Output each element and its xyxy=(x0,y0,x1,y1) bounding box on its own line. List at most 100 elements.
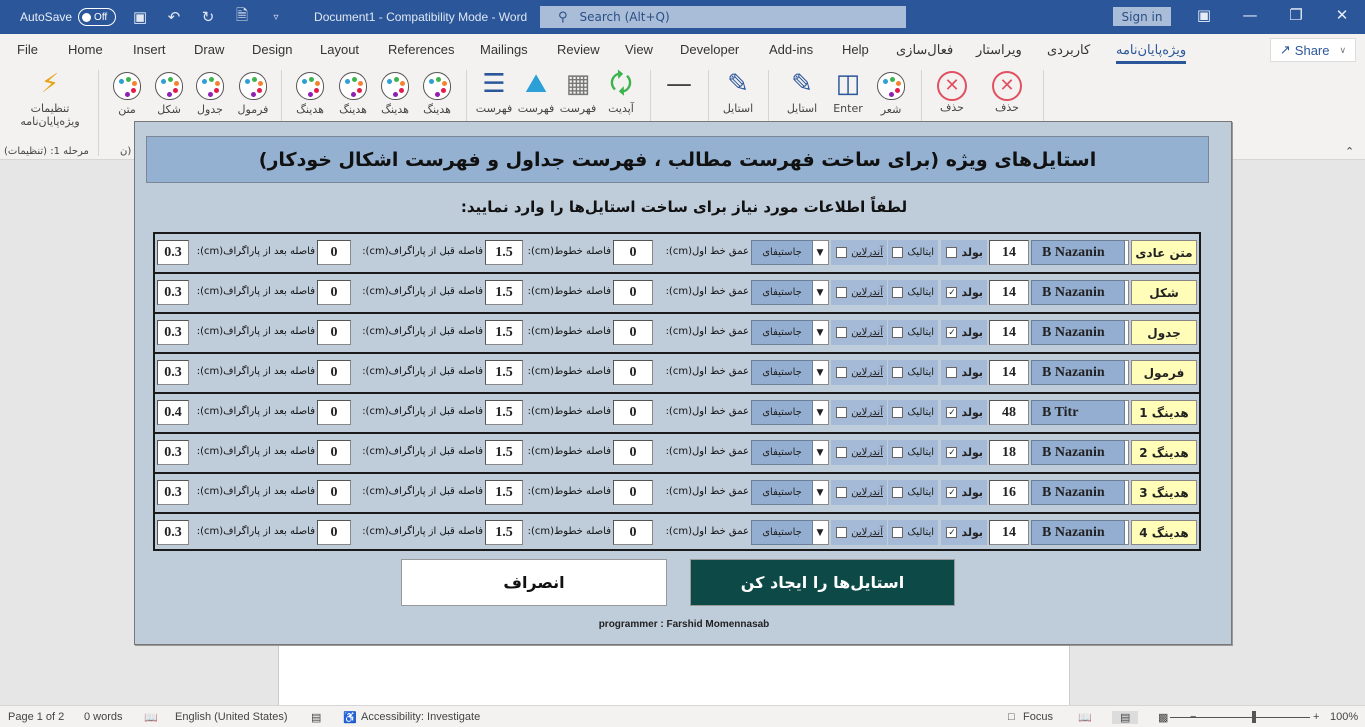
save-icon[interactable]: ▣ xyxy=(130,8,150,26)
style-table-button[interactable]: جدول xyxy=(193,68,227,116)
read-mode-icon[interactable]: 📖 xyxy=(1078,711,1092,724)
bold-option[interactable]: بولد ✓ xyxy=(941,280,987,305)
bold-checkbox[interactable]: ✓ xyxy=(946,287,958,298)
italic-option[interactable]: ایتالیک xyxy=(888,280,938,305)
line-spacing-input[interactable]: 1.5 xyxy=(485,520,523,545)
space-before-input[interactable]: 0 xyxy=(317,320,351,345)
alignment-select[interactable]: جاستیفای xyxy=(751,240,813,265)
style-edit-button[interactable]: ✎ استایل xyxy=(716,68,760,115)
tab-add-ins[interactable]: Add-ins xyxy=(769,42,813,57)
font-select[interactable]: B Nazanin xyxy=(1031,520,1125,545)
bold-checkbox[interactable]: ✓ xyxy=(946,527,958,538)
bold-checkbox[interactable] xyxy=(946,367,958,378)
indent-input[interactable]: 0 xyxy=(613,360,653,385)
restore-icon[interactable]: ❐ xyxy=(1284,6,1308,24)
tab-home[interactable]: Home xyxy=(68,42,103,57)
customize-qat-icon[interactable]: ▿ xyxy=(266,12,286,23)
space-after-input[interactable]: 0.3 xyxy=(157,280,189,305)
font-select[interactable]: B Nazanin xyxy=(1031,320,1125,345)
line-button[interactable]: — xyxy=(660,68,698,102)
underline-checkbox[interactable] xyxy=(836,367,848,378)
share-button[interactable]: ↗ Share ∨ xyxy=(1270,38,1356,62)
space-after-input[interactable]: 0.3 xyxy=(157,240,189,265)
font-size-input[interactable]: 16 xyxy=(989,480,1029,505)
underline-checkbox[interactable] xyxy=(836,487,848,498)
style-edit-2-button[interactable]: ✎ استایل xyxy=(780,68,824,115)
bold-option[interactable]: بولد xyxy=(941,360,987,385)
alignment-select[interactable]: جاستیفای xyxy=(751,360,813,385)
italic-option[interactable]: ایتالیک xyxy=(888,400,938,425)
align-dropdown-arrow[interactable]: ▼ xyxy=(811,520,829,545)
underline-option[interactable]: آندرلاین xyxy=(831,440,887,465)
delete-button-2[interactable]: ✕ حذف xyxy=(985,68,1029,114)
line-spacing-input[interactable]: 1.5 xyxy=(485,240,523,265)
alignment-select[interactable]: جاستیفای xyxy=(751,480,813,505)
space-after-input[interactable]: 0.3 xyxy=(157,360,189,385)
heading-1-button[interactable]: هدینگ xyxy=(417,68,457,116)
font-size-input[interactable]: 14 xyxy=(989,520,1029,545)
heading-4-button[interactable]: هدینگ xyxy=(290,68,330,116)
font-size-input[interactable]: 14 xyxy=(989,320,1029,345)
italic-option[interactable]: ایتالیک xyxy=(888,320,938,345)
zoom-slider-thumb[interactable] xyxy=(1252,711,1256,723)
space-after-input[interactable]: 0.3 xyxy=(157,520,189,545)
font-size-input[interactable]: 18 xyxy=(989,440,1029,465)
underline-option[interactable]: آندرلاین xyxy=(831,240,887,265)
font-select[interactable]: B Nazanin xyxy=(1031,440,1125,465)
delete-button-1[interactable]: ✕ حذف xyxy=(930,68,974,114)
bold-checkbox[interactable]: ✓ xyxy=(946,407,958,418)
italic-option[interactable]: ایتالیک xyxy=(888,480,938,505)
italic-option[interactable]: ایتالیک xyxy=(888,440,938,465)
tables-list-button[interactable]: ▦ فهرست xyxy=(557,68,599,115)
bold-checkbox[interactable]: ✓ xyxy=(946,487,958,498)
space-before-input[interactable]: 0 xyxy=(317,480,351,505)
italic-checkbox[interactable] xyxy=(892,327,904,338)
align-dropdown-arrow[interactable]: ▼ xyxy=(811,240,829,265)
line-spacing-input[interactable]: 1.5 xyxy=(485,480,523,505)
indent-input[interactable]: 0 xyxy=(613,480,653,505)
indent-input[interactable]: 0 xyxy=(613,280,653,305)
font-size-input[interactable]: 14 xyxy=(989,360,1029,385)
create-styles-button[interactable]: استایل‌ها را ایجاد کن xyxy=(690,559,955,606)
page-count[interactable]: Page 1 of 2 xyxy=(8,711,64,723)
font-select[interactable]: B Nazanin xyxy=(1031,280,1125,305)
alignment-select[interactable]: جاستیفای xyxy=(751,520,813,545)
ribbon-display-options-icon[interactable]: ▣ xyxy=(1192,6,1216,24)
style-text-button[interactable]: متن xyxy=(110,68,144,116)
line-spacing-input[interactable]: 1.5 xyxy=(485,320,523,345)
indent-input[interactable]: 0 xyxy=(613,320,653,345)
underline-checkbox[interactable] xyxy=(836,407,848,418)
line-spacing-input[interactable]: 1.5 xyxy=(485,360,523,385)
tab-file[interactable]: File xyxy=(17,42,38,57)
thesis-settings-button[interactable]: ⚡ تنظیمات ویژه‌پایان‌نامه xyxy=(10,68,90,128)
bold-checkbox[interactable]: ✓ xyxy=(946,327,958,338)
track-changes-icon[interactable]: ▤ xyxy=(311,711,321,724)
font-select[interactable]: B Nazanin xyxy=(1031,240,1125,265)
align-dropdown-arrow[interactable]: ▼ xyxy=(811,320,829,345)
minimize-icon[interactable]: — xyxy=(1238,6,1262,24)
font-size-input[interactable]: 14 xyxy=(989,280,1029,305)
underline-checkbox[interactable] xyxy=(836,327,848,338)
proofing-icon[interactable]: 📖 xyxy=(144,711,158,724)
italic-checkbox[interactable] xyxy=(892,287,904,298)
underline-option[interactable]: آندرلاین xyxy=(831,400,887,425)
search-box[interactable]: ⚲ Search (Alt+Q) xyxy=(540,6,906,28)
autosave-toggle[interactable]: Off xyxy=(78,8,117,26)
tab-insert[interactable]: Insert xyxy=(133,42,166,57)
space-before-input[interactable]: 0 xyxy=(317,280,351,305)
tab-editor[interactable]: ویراستار xyxy=(976,42,1022,58)
tab-layout[interactable]: Layout xyxy=(320,42,359,57)
toc-button[interactable]: ☰ فهرست xyxy=(473,68,515,115)
style-formula-button[interactable]: فرمول xyxy=(234,68,272,116)
underline-option[interactable]: آندرلاین xyxy=(831,320,887,345)
italic-checkbox[interactable] xyxy=(892,447,904,458)
tab-mailings[interactable]: Mailings xyxy=(480,42,528,57)
collapse-ribbon-icon[interactable]: ⌃ xyxy=(1345,145,1354,158)
font-select[interactable]: B Nazanin xyxy=(1031,480,1125,505)
line-spacing-input[interactable]: 1.5 xyxy=(485,280,523,305)
italic-checkbox[interactable] xyxy=(892,527,904,538)
bold-option[interactable]: بولد ✓ xyxy=(941,400,987,425)
language[interactable]: English (United States) xyxy=(175,711,288,723)
space-before-input[interactable]: 0 xyxy=(317,360,351,385)
tab-thesis[interactable]: ویژه‌پایان‌نامه xyxy=(1116,42,1187,64)
